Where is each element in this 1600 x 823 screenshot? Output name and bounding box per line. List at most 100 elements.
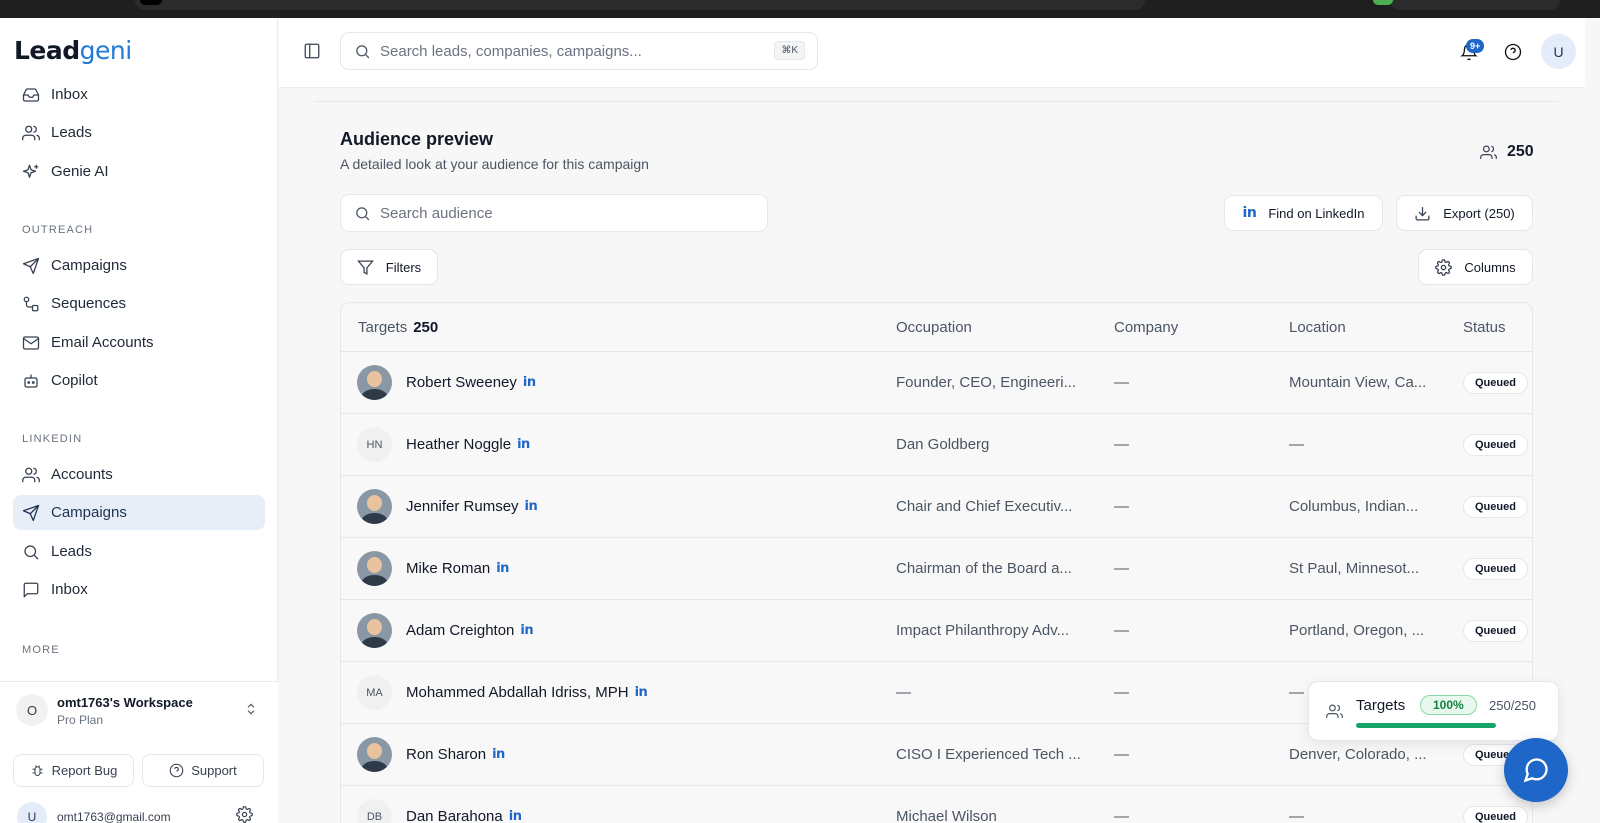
linkedin-icon[interactable]: in	[509, 809, 522, 823]
status-badge: Queued	[1463, 806, 1528, 823]
target-name[interactable]: Ron Sharon in	[406, 746, 505, 763]
target-name[interactable]: Dan Barahona in	[406, 808, 522, 823]
cell-location: —	[1289, 436, 1304, 453]
filters-button[interactable]: Filters	[340, 249, 438, 285]
avatar	[357, 551, 392, 586]
linkedin-icon[interactable]: in	[523, 375, 536, 390]
gear-icon[interactable]	[236, 806, 253, 823]
cell-occupation: CISO I Experienced Tech ...	[896, 746, 1081, 763]
cell-company: —	[1114, 436, 1129, 453]
support-button[interactable]: Support	[142, 754, 264, 787]
avatar	[357, 489, 392, 524]
workspace-switcher[interactable]: O omt1763's Workspace Pro Plan	[0, 682, 278, 738]
scrollbar-track[interactable]	[1585, 18, 1600, 823]
sidebar-item-genie-ai[interactable]: Genie AI	[13, 154, 265, 189]
avatar	[357, 613, 392, 648]
sidebar: Leadgeni Inbox Leads Genie AI OUTREACH C…	[0, 18, 278, 823]
sidebar-item-sequences[interactable]: Sequences	[13, 286, 265, 321]
export-button[interactable]: Export (250)	[1396, 195, 1533, 231]
linkedin-icon[interactable]: in	[492, 747, 505, 762]
linkedin-icon[interactable]: in	[496, 561, 509, 576]
sidebar-item-inbox[interactable]: Inbox	[13, 77, 265, 112]
users-icon	[1326, 704, 1343, 718]
inbox-icon	[22, 87, 40, 102]
target-name[interactable]: Jennifer Rumsey in	[406, 498, 538, 515]
avatar: DB	[357, 799, 392, 823]
cell-location: —	[1289, 684, 1304, 701]
sidebar-item-linkedin-campaigns[interactable]: Campaigns	[13, 495, 265, 530]
sidebar-item-linkedin-accounts[interactable]: Accounts	[13, 457, 265, 492]
targets-progress-card[interactable]: Targets 100% 250/250	[1308, 681, 1559, 741]
column-header-status[interactable]: Status	[1463, 319, 1506, 336]
table-row[interactable]: Robert Sweeney in Founder, CEO, Engineeri.…	[341, 352, 1532, 414]
workspace-avatar: O	[16, 694, 48, 726]
status-badge: Queued	[1463, 372, 1528, 394]
table-row[interactable]: Mike Roman in Chairman of the Board a... — S…	[341, 538, 1532, 600]
column-header-location[interactable]: Location	[1289, 319, 1346, 336]
status-badge: Queued	[1463, 558, 1528, 580]
sidebar-item-label: Inbox	[51, 86, 88, 103]
target-name-text: Dan Barahona	[406, 808, 503, 823]
target-name-text: Mike Roman	[406, 560, 491, 577]
cell-occupation: Founder, CEO, Engineeri...	[896, 374, 1077, 391]
status-badge: Queued	[1463, 496, 1528, 518]
audience-search-input[interactable]	[380, 204, 760, 222]
table-row[interactable]: Jennifer Rumsey in Chair and Chief Executi…	[341, 476, 1532, 538]
target-name[interactable]: Robert Sweeney in	[406, 374, 536, 391]
linkedin-icon: in	[1242, 205, 1257, 221]
column-header-targets[interactable]: Targets 250	[358, 319, 438, 336]
cell-occupation: Michael Wilson	[896, 808, 997, 823]
sidebar-item-linkedin-leads[interactable]: Leads	[13, 534, 265, 569]
user-avatar[interactable]: U	[17, 802, 47, 823]
global-search-input[interactable]	[380, 42, 770, 60]
app-logo[interactable]: Leadgeni	[14, 36, 132, 65]
status-badge: Queued	[1463, 620, 1528, 642]
chat-button[interactable]	[1504, 738, 1568, 802]
progress-bar-fill	[1356, 723, 1496, 728]
column-header-company[interactable]: Company	[1114, 319, 1178, 336]
global-search[interactable]: ⌘K	[340, 32, 818, 70]
linkedin-icon[interactable]: in	[635, 685, 648, 700]
columns-button[interactable]: Columns	[1418, 249, 1533, 285]
sidebar-item-label: Campaigns	[51, 504, 127, 521]
target-name-text: Jennifer Rumsey	[406, 498, 519, 515]
audience-count-value: 250	[1507, 143, 1534, 160]
sidebar-item-label: Sequences	[51, 295, 127, 312]
table-header: Targets 250 Occupation Company Location S…	[341, 303, 1532, 352]
mail-icon	[22, 335, 40, 350]
sidebar-item-leads[interactable]: Leads	[13, 115, 265, 150]
cell-occupation: —	[896, 684, 911, 701]
find-on-linkedin-button[interactable]: in Find on LinkedIn	[1224, 195, 1383, 231]
sidebar-item-copilot[interactable]: Copilot	[13, 363, 265, 398]
sidebar-item-email-accounts[interactable]: Email Accounts	[13, 325, 265, 360]
report-bug-button[interactable]: Report Bug	[13, 754, 134, 787]
sidebar-item-campaigns[interactable]: Campaigns	[13, 248, 265, 283]
sidebar-item-label: Inbox	[51, 581, 88, 598]
avatar	[357, 365, 392, 400]
workspace-name: omt1763's Workspace	[57, 695, 193, 710]
os-tab-strip	[135, 0, 1145, 10]
target-name[interactable]: Mike Roman in	[406, 560, 509, 577]
linkedin-icon[interactable]: in	[525, 499, 538, 514]
target-name[interactable]: Mohammed Abdallah Idriss, MPH in	[406, 684, 648, 701]
table-row[interactable]: Adam Creighton in Impact Philanthropy Adv.…	[341, 600, 1532, 662]
users-icon	[22, 125, 40, 140]
target-name[interactable]: Adam Creighton in	[406, 622, 534, 639]
help-icon[interactable]	[1504, 43, 1522, 61]
cell-location: Denver, Colorado, ...	[1289, 746, 1427, 763]
linkedin-icon[interactable]: in	[520, 623, 533, 638]
sidebar-toggle-icon[interactable]	[303, 42, 321, 60]
target-name-text: Heather Noggle	[406, 436, 512, 453]
cell-company: —	[1114, 374, 1129, 391]
search-icon	[356, 44, 370, 58]
status-badge: Queued	[1463, 434, 1528, 456]
column-header-occupation[interactable]: Occupation	[896, 319, 972, 336]
table-row[interactable]: DB Dan Barahona in Michael Wilson — — Queued	[341, 786, 1532, 823]
target-name[interactable]: Heather Noggle in	[406, 436, 530, 453]
audience-search[interactable]	[340, 194, 768, 232]
search-icon	[356, 206, 370, 220]
account-avatar[interactable]: U	[1541, 34, 1576, 69]
linkedin-icon[interactable]: in	[517, 437, 530, 452]
table-row[interactable]: HN Heather Noggle in Dan Goldberg — — Queued	[341, 414, 1532, 476]
sidebar-item-linkedin-inbox[interactable]: Inbox	[13, 572, 265, 607]
